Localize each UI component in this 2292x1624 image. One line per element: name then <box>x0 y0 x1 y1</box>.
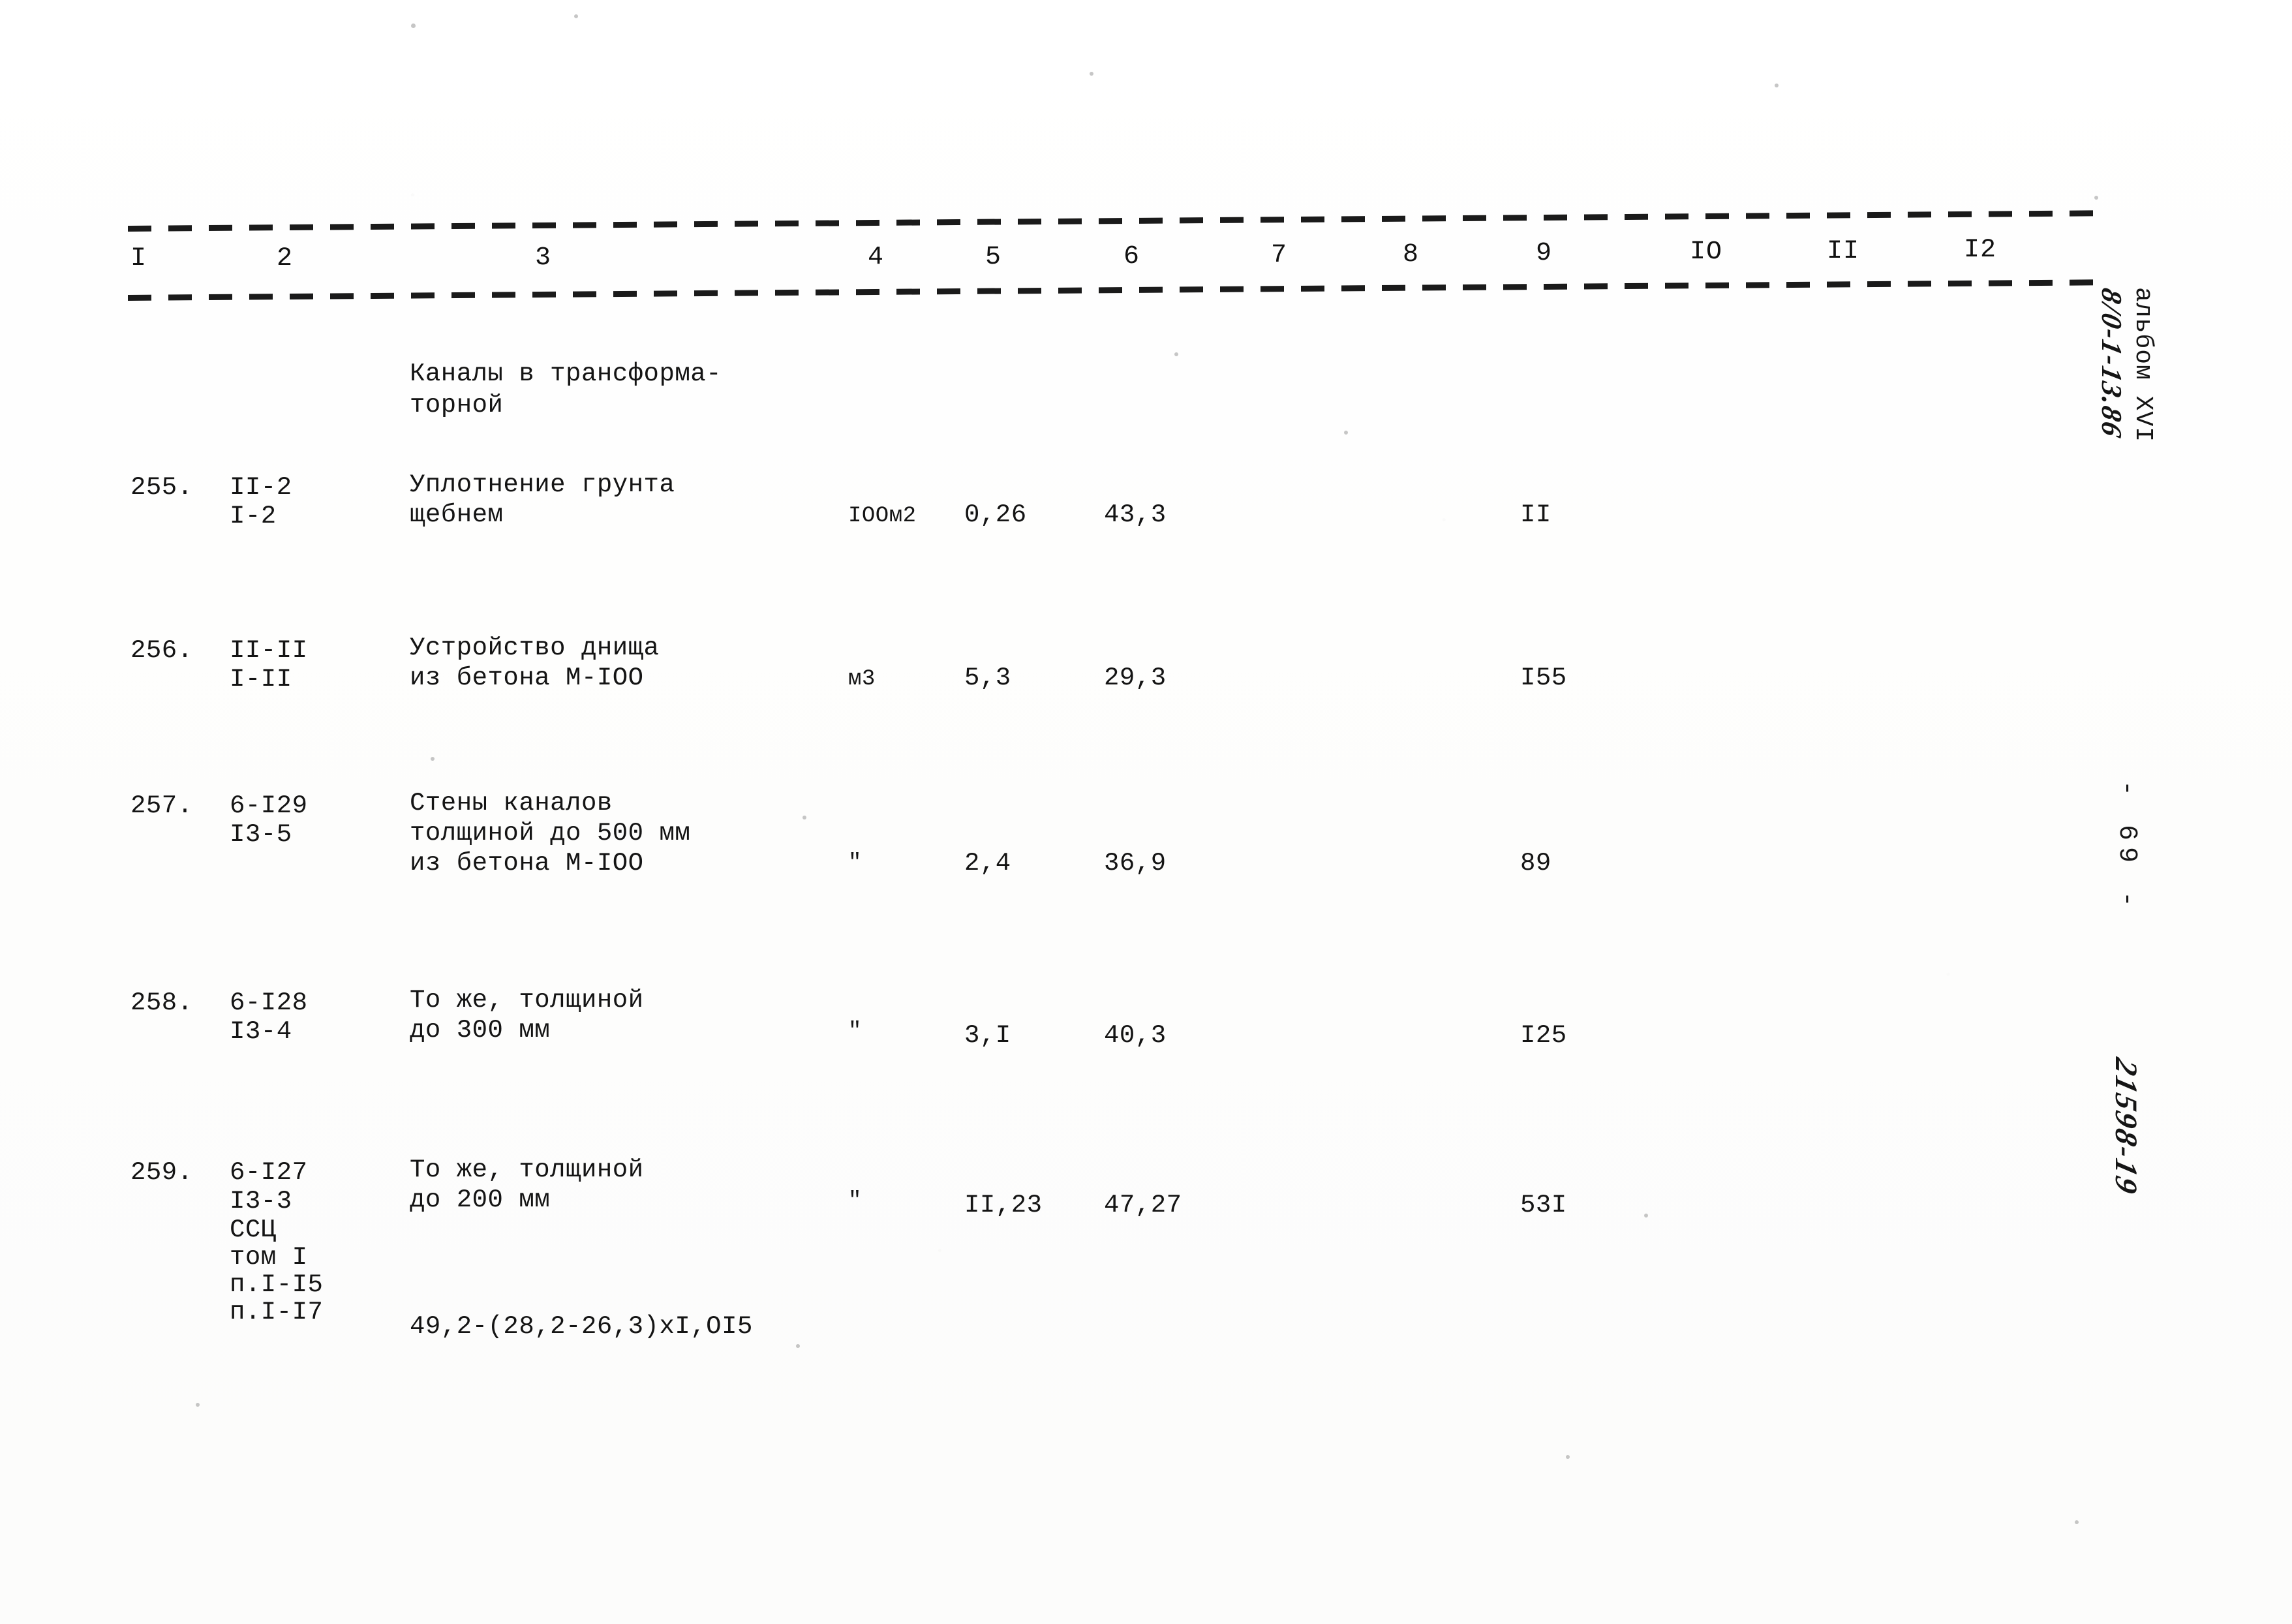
scan-speck <box>1644 1214 1648 1218</box>
column-header-10: IO <box>1690 237 1723 267</box>
scan-speck <box>1090 72 1093 76</box>
row-unit: " <box>848 1019 862 1044</box>
column-header-12: I2 <box>1964 236 1997 265</box>
row-desc-line-2: щебнем <box>410 500 504 529</box>
column-header-2: 2 <box>277 244 294 273</box>
column-header-11: II <box>1827 237 1860 266</box>
row-code-line-1: 6-I28 <box>230 988 308 1017</box>
row-col-5: II,23 <box>964 1191 1043 1219</box>
row-code-line-2: I3-3 <box>230 1187 292 1216</box>
scan-speck <box>411 23 416 28</box>
row-col-5: 5,3 <box>964 664 1011 692</box>
row-desc-line-2: до 300 мм <box>410 1016 551 1045</box>
album-label: альбом ХVI <box>2129 287 2157 443</box>
table-column-headers: I 2 3 4 5 6 7 8 9 IO II I2 <box>0 236 2140 282</box>
table-header-bottom-rule <box>127 279 2100 301</box>
row-desc-line-2: толщиной до 500 мм <box>410 819 691 848</box>
scan-speck <box>1775 84 1779 87</box>
row-unit: " <box>848 1189 862 1214</box>
row-desc-line-1: То же, толщиной <box>410 1156 644 1184</box>
row-col-9: 89 <box>1520 849 1551 878</box>
scan-speck <box>196 1403 200 1407</box>
row-col-6: 40,3 <box>1104 1021 1167 1050</box>
row-code-line-1: II-II <box>230 636 308 665</box>
row-col-6: 36,9 <box>1104 849 1167 878</box>
column-header-1: I <box>130 244 147 273</box>
album-handwritten-note: 8/0-1-13.86 <box>2096 285 2128 442</box>
row-col-5: 3,I <box>964 1021 1011 1050</box>
row-code-line-2: I3-5 <box>230 820 292 849</box>
scan-speck <box>1344 431 1348 435</box>
row-code-line-2: I-II <box>230 665 292 694</box>
table-header-top-rule <box>127 210 2100 232</box>
scan-speck <box>796 1344 800 1348</box>
scan-speck <box>574 14 578 18</box>
row-unit: IOOм2 <box>848 504 917 529</box>
row-col-6: 43,3 <box>1104 500 1167 529</box>
scan-speck <box>802 816 806 820</box>
column-header-3: 3 <box>535 243 552 273</box>
row-desc-line-3: из бетона М-IOO <box>410 849 644 878</box>
row-number: 258. <box>130 988 193 1017</box>
row-col-9: 53I <box>1520 1191 1567 1219</box>
row-col-5: 0,26 <box>964 500 1027 529</box>
column-header-9: 9 <box>1536 239 1553 268</box>
row-desc-line-1: То же, толщиной <box>410 986 644 1015</box>
section-title-line-1: Каналы в трансформа- <box>410 360 722 388</box>
row-desc-line-1: Уплотнение грунта <box>410 470 675 499</box>
column-header-5: 5 <box>985 243 1002 272</box>
row-number: 259. <box>130 1158 193 1187</box>
row-code-line-1: 6-I27 <box>230 1158 308 1187</box>
row-col-5: 2,4 <box>964 849 1011 878</box>
row-code-line-1: II-2 <box>230 473 292 502</box>
scan-speck <box>2075 1520 2079 1524</box>
row-col-9: I55 <box>1520 664 1567 692</box>
section-title-line-2: торной <box>410 391 504 420</box>
row-desc-line-1: Стены каналов <box>410 789 613 818</box>
row-number: 257. <box>130 791 193 820</box>
row-formula: 49,2-(28,2-26,3)xI,OI5 <box>410 1312 753 1341</box>
row-col-9: II <box>1520 500 1551 529</box>
row-number: 256. <box>130 636 193 665</box>
row-desc-line-2: до 200 мм <box>410 1186 551 1214</box>
column-header-6: 6 <box>1123 242 1140 271</box>
column-header-7: 7 <box>1271 241 1288 270</box>
row-code-line-6: п.I-I7 <box>230 1298 324 1326</box>
row-col-6: 47,27 <box>1104 1191 1182 1219</box>
row-unit: м3 <box>848 667 876 692</box>
row-unit: " <box>848 851 862 876</box>
row-col-6: 29,3 <box>1104 664 1167 692</box>
row-code-line-2: I3-4 <box>230 1017 292 1046</box>
row-number: 255. <box>130 473 193 502</box>
column-header-4: 4 <box>868 243 885 272</box>
scanned-page: I 2 3 4 5 6 7 8 9 IO II I2 Каналы в тран… <box>0 0 2292 1624</box>
row-desc-line-2: из бетона М-IOO <box>410 664 644 692</box>
row-code-line-1: 6-I29 <box>230 791 308 820</box>
document-code-handwritten: 21598-19 <box>2109 1054 2143 1199</box>
row-col-9: I25 <box>1520 1021 1567 1050</box>
column-header-8: 8 <box>1403 240 1420 269</box>
row-desc-line-1: Устройство днища <box>410 634 660 662</box>
page-number: - 69 - <box>2112 780 2141 914</box>
row-code-line-2: I-2 <box>230 502 277 530</box>
scan-speck <box>2094 196 2098 200</box>
scan-speck <box>1174 352 1178 356</box>
scan-speck <box>431 757 435 761</box>
scan-speck <box>1566 1455 1570 1459</box>
